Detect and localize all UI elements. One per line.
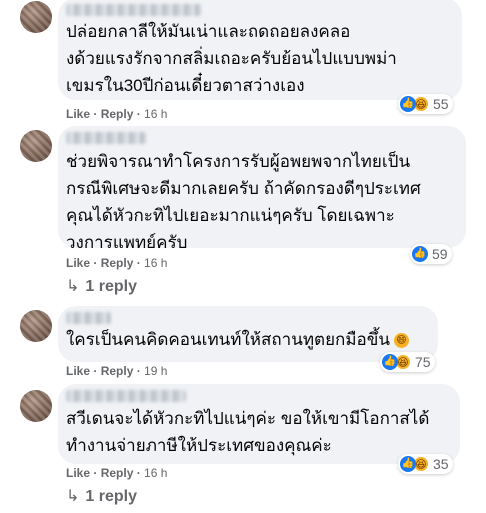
commenter-avatar[interactable] <box>20 390 52 422</box>
reply-arrow-icon: ↳ <box>66 278 80 295</box>
reaction-count: 35 <box>433 456 449 472</box>
like-link[interactable]: Like <box>66 256 90 270</box>
comment-actions: Like · Reply · 16 h <box>66 466 168 480</box>
view-replies-link[interactable]: ↳ 1 reply <box>66 486 137 506</box>
comment-actions: Like · Reply · 16 h <box>66 256 168 270</box>
comment-text: ใครเป็นคนคิดคอนเทนท์ให้สถานทูตยกมือขึ้น 😄 <box>66 326 428 353</box>
comment-bubble: ช่วยพิจารณาทำโครงการรับผู้อพยพจากไทยเป็น… <box>58 126 466 252</box>
commenter-name-blurred[interactable] <box>66 4 201 16</box>
reply-arrow-icon: ↳ <box>66 488 80 505</box>
reaction-summary[interactable]: 👍 59 <box>410 244 452 264</box>
reaction-count: 59 <box>432 246 448 262</box>
reply-link[interactable]: Reply <box>101 107 134 121</box>
like-link[interactable]: Like <box>66 466 90 480</box>
reaction-summary[interactable]: 👍 😆 55 <box>398 94 453 114</box>
timestamp[interactable]: 19 h <box>144 364 167 378</box>
comment-text: ปล่อยกลาลีให้มันเน่าและถดถอยลงคลอ งด้วยแ… <box>66 22 397 95</box>
like-reaction-icon: 👍 <box>400 456 416 472</box>
commenter-avatar[interactable] <box>20 1 52 33</box>
timestamp[interactable]: 16 h <box>144 107 167 121</box>
timestamp[interactable]: 16 h <box>144 466 167 480</box>
view-replies-link[interactable]: ↳ 1 reply <box>66 276 137 296</box>
comment-text: สวีเดนจะได้หัวกะทิไปแน่ๆค่ะ ขอให้เขามีโอ… <box>66 409 430 455</box>
reaction-count: 55 <box>433 96 449 112</box>
comment-bubble: ใครเป็นคนคิดคอนเทนท์ให้สถานทูตยกมือขึ้น 😄 <box>58 306 438 362</box>
like-link[interactable]: Like <box>66 107 90 121</box>
comment-bubble: ปล่อยกลาลีให้มันเน่าและถดถอยลงคลอ งด้วยแ… <box>58 0 462 100</box>
reply-link[interactable]: Reply <box>101 466 134 480</box>
timestamp[interactable]: 16 h <box>144 256 167 270</box>
like-reaction-icon: 👍 <box>412 246 428 262</box>
like-reaction-icon: 👍 <box>382 354 398 370</box>
commenter-avatar[interactable] <box>20 130 52 162</box>
like-link[interactable]: Like <box>66 364 90 378</box>
reaction-summary[interactable]: 👍 😆 75 <box>380 352 435 372</box>
reaction-summary[interactable]: 👍 😆 35 <box>398 454 453 474</box>
commenter-name-blurred[interactable] <box>66 312 111 324</box>
grinning-emoji-icon: 😄 <box>393 333 409 349</box>
reply-link[interactable]: Reply <box>101 364 134 378</box>
commenter-name-blurred[interactable] <box>66 132 146 144</box>
comment-actions: Like · Reply · 16 h <box>66 107 168 121</box>
reaction-count: 75 <box>415 354 431 370</box>
like-reaction-icon: 👍 <box>400 96 416 112</box>
comment-text: ช่วยพิจารณาทำโครงการรับผู้อพยพจากไทยเป็น… <box>66 152 421 252</box>
reply-link[interactable]: Reply <box>101 256 134 270</box>
comment-actions: Like · Reply · 19 h <box>66 364 168 378</box>
commenter-avatar[interactable] <box>20 310 52 342</box>
commenter-name-blurred[interactable] <box>66 390 186 402</box>
comment-bubble: สวีเดนจะได้หัวกะทิไปแน่ๆค่ะ ขอให้เขามีโอ… <box>58 384 460 464</box>
